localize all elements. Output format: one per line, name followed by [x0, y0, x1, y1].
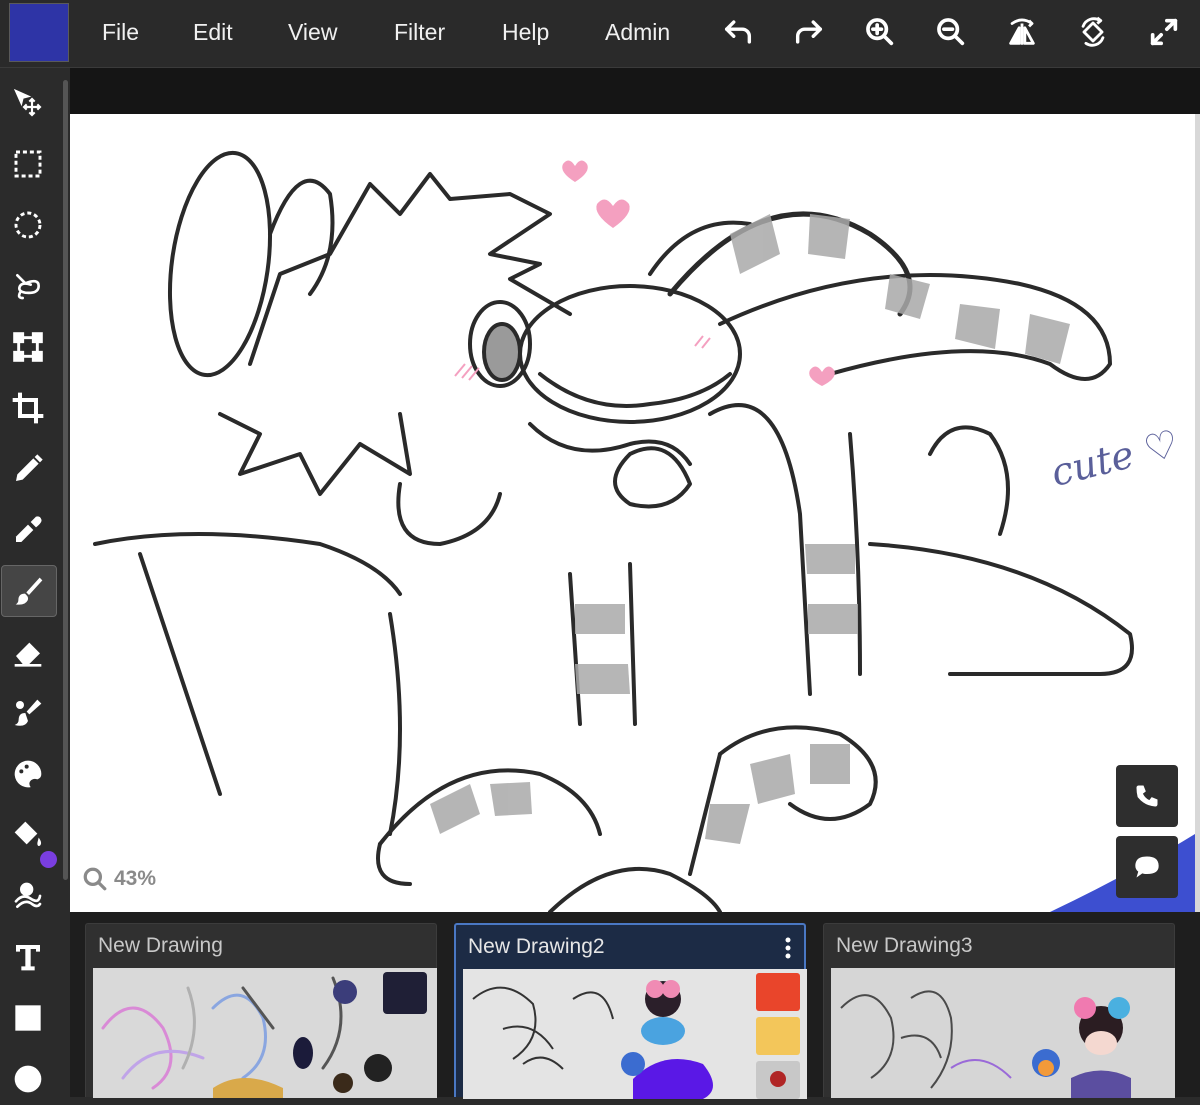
flip-icon: [1009, 18, 1035, 45]
brush-icon: [15, 577, 43, 605]
circle-icon: [14, 1065, 42, 1093]
sketch-artwork: [93, 150, 1195, 912]
canvas-header: [70, 68, 1200, 114]
toolbar-scroll-thumb[interactable]: [63, 80, 68, 880]
fill-icon: [14, 821, 42, 846]
rect-select-tool[interactable]: [0, 138, 56, 190]
smudge-tool[interactable]: [0, 687, 56, 739]
secondary-color-dot[interactable]: [40, 851, 57, 868]
tab-title: New Drawing: [98, 934, 223, 957]
flip-button[interactable]: [1002, 14, 1042, 50]
canvas-scrollbar[interactable]: [1195, 114, 1200, 912]
lasso-icon: [15, 274, 41, 300]
text-tool[interactable]: [0, 931, 56, 983]
lasso-tool[interactable]: [0, 260, 56, 312]
zoom-in-icon: [866, 18, 894, 46]
tool-panel: [0, 68, 62, 1097]
move-icon: [13, 88, 42, 117]
circle-tool[interactable]: [0, 1053, 56, 1105]
phone-icon: [1136, 785, 1158, 807]
menu-file[interactable]: File: [102, 18, 139, 46]
tab-new-drawing3[interactable]: New Drawing3: [823, 923, 1175, 1098]
more-options-icon[interactable]: [784, 937, 792, 959]
rect-select-icon: [14, 150, 42, 178]
ellipse-select-tool[interactable]: [0, 199, 56, 251]
rotate-icon: [1081, 16, 1105, 47]
call-button[interactable]: [1116, 765, 1178, 827]
tab-thumbnail: [93, 968, 437, 1098]
rectangle-tool[interactable]: [0, 992, 56, 1044]
primary-color-swatch[interactable]: [9, 3, 69, 62]
tab-title: New Drawing3: [836, 934, 973, 957]
tab-thumbnail: [831, 968, 1175, 1098]
blend-tool[interactable]: [0, 870, 56, 922]
fullscreen-icon: [1150, 18, 1178, 46]
fullscreen-button[interactable]: [1144, 14, 1184, 50]
pencil-tool[interactable]: [0, 443, 56, 495]
tab-thumbnail: [463, 969, 807, 1099]
move-tool[interactable]: [0, 77, 56, 129]
top-bar: File Edit View Filter Help Admin: [0, 0, 1200, 68]
ellipse-select-icon: [14, 211, 42, 239]
eraser-icon: [14, 642, 42, 667]
eraser-tool[interactable]: [0, 626, 56, 678]
rotate-button[interactable]: [1073, 14, 1113, 50]
tab-title: New Drawing2: [468, 935, 605, 958]
color-picker-tool[interactable]: [0, 748, 56, 800]
smudge-icon: [14, 699, 42, 726]
search-icon: [83, 867, 107, 891]
rectangle-icon: [15, 1005, 41, 1031]
redo-icon: [795, 20, 823, 44]
text-icon: [16, 945, 40, 971]
zoom-out-icon: [937, 18, 965, 46]
menu-filter[interactable]: Filter: [394, 18, 445, 46]
tab-new-drawing[interactable]: New Drawing: [85, 923, 437, 1098]
menu-admin[interactable]: Admin: [605, 18, 670, 46]
menu-help[interactable]: Help: [502, 18, 549, 46]
zoom-level: 43%: [114, 867, 157, 890]
tab-new-drawing2[interactable]: New Drawing2: [454, 923, 807, 1099]
transform-tool[interactable]: [0, 321, 56, 373]
transform-icon: [13, 332, 43, 362]
color-picker-icon: [14, 760, 42, 788]
menu-view[interactable]: View: [288, 18, 337, 46]
chat-icon: [1135, 856, 1159, 878]
pencil-icon: [16, 454, 43, 481]
brush-tool[interactable]: [1, 565, 57, 617]
redo-button[interactable]: [789, 14, 829, 50]
chat-button[interactable]: [1116, 836, 1178, 898]
undo-button[interactable]: [718, 14, 758, 50]
crop-tool[interactable]: [0, 382, 56, 434]
menu-edit[interactable]: Edit: [193, 18, 233, 46]
blend-icon: [14, 882, 42, 908]
zoom-out-button[interactable]: [931, 14, 971, 50]
zoom-indicator[interactable]: 43%: [82, 866, 156, 892]
eyedropper-tool[interactable]: [0, 504, 56, 556]
crop-icon: [12, 392, 44, 424]
undo-icon: [724, 20, 752, 44]
eyedropper-icon: [16, 516, 42, 542]
zoom-in-button[interactable]: [860, 14, 900, 50]
drawing-canvas[interactable]: cute ♡: [70, 114, 1195, 912]
